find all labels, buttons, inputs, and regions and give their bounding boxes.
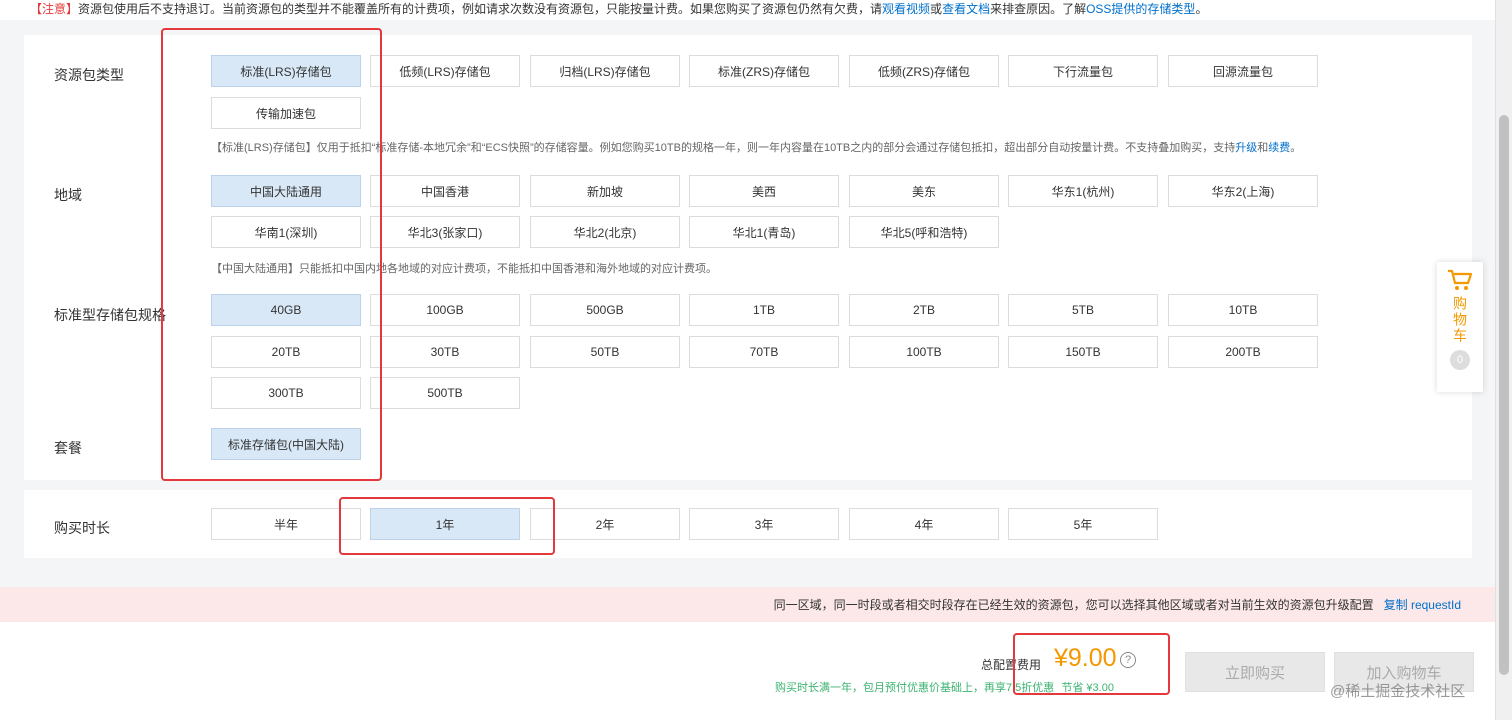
cart-count: 0 xyxy=(1450,350,1470,370)
duration-option[interactable]: 5年 xyxy=(1008,508,1158,540)
region-option[interactable]: 华南1(深圳) xyxy=(211,216,361,248)
package-option[interactable]: 标准(ZRS)存储包 xyxy=(689,55,839,87)
warning-text: 同一区域，同一时段或者相交时段存在已经生效的资源包，您可以选择其他区域或者对当前… xyxy=(773,598,1374,612)
region-option[interactable]: 美东 xyxy=(849,175,999,207)
plan-option[interactable]: 标准存储包(中国大陆) xyxy=(211,428,361,460)
spec-option[interactable]: 100GB xyxy=(370,294,520,326)
promo-line: 购买时长满一年，包月预付优惠价基础上，再享7.5折优惠 节省 ¥3.00 xyxy=(775,679,1114,695)
duration-option[interactable]: 4年 xyxy=(849,508,999,540)
region-option[interactable]: 美西 xyxy=(689,175,839,207)
spec-option[interactable]: 500TB xyxy=(370,377,520,409)
package-option[interactable]: 归档(LRS)存储包 xyxy=(530,55,680,87)
spec-option[interactable]: 10TB xyxy=(1168,294,1318,326)
region-option[interactable]: 华北5(呼和浩特) xyxy=(849,216,999,248)
region-option[interactable]: 华东1(杭州) xyxy=(1008,175,1158,207)
view-doc-link[interactable]: 查看文档 xyxy=(942,2,990,16)
package-type-desc: 【标准(LRS)存储包】仅用于抵扣“标准存储-本地冗余”和“ECS快照”的存储容… xyxy=(211,139,1301,155)
package-type-label: 资源包类型 xyxy=(54,67,124,83)
duration-panel: 购买时长 半年 1年 2年 3年 4年 5年 xyxy=(24,490,1472,558)
spec-option[interactable]: 200TB xyxy=(1168,336,1318,368)
spec-option[interactable]: 100TB xyxy=(849,336,999,368)
watermark: @稀土掘金技术社区 xyxy=(1330,683,1466,700)
duration-label: 购买时长 xyxy=(54,520,110,536)
conflict-warning-bar: 同一区域，同一时段或者相交时段存在已经生效的资源包，您可以选择其他区域或者对当前… xyxy=(0,587,1495,622)
order-footer: 总配置费用 ¥9.00 ? 购买时长满一年，包月预付优惠价基础上，再享7.5折优… xyxy=(0,622,1495,720)
desc-end: 。 xyxy=(1290,142,1302,154)
duration-option[interactable]: 半年 xyxy=(211,508,361,540)
notice-tag: 【注意】 xyxy=(30,2,79,16)
region-option[interactable]: 华北1(青岛) xyxy=(689,216,839,248)
notice-text: 资源包使用后不支持退订。当前资源包的类型并不能覆盖所有的计费项，例如请求次数没有… xyxy=(78,2,883,16)
config-panel: 资源包类型 标准(LRS)存储包 低频(LRS)存储包 归档(LRS)存储包 标… xyxy=(24,35,1472,480)
spec-option[interactable]: 30TB xyxy=(370,336,520,368)
notice-end: 。 xyxy=(1195,2,1208,16)
spec-option[interactable]: 500GB xyxy=(530,294,680,326)
spec-option[interactable]: 1TB xyxy=(689,294,839,326)
notice-text-2: 来排查原因。了解 xyxy=(990,2,1087,16)
spec-option[interactable]: 40GB xyxy=(211,294,361,326)
package-option[interactable]: 低频(LRS)存储包 xyxy=(370,55,520,87)
region-label: 地域 xyxy=(54,187,82,203)
duration-option[interactable]: 1年 xyxy=(370,508,520,540)
spec-option[interactable]: 300TB xyxy=(211,377,361,409)
duration-option[interactable]: 3年 xyxy=(689,508,839,540)
buy-now-button[interactable]: 立即购买 xyxy=(1185,652,1325,692)
package-option[interactable]: 标准(LRS)存储包 xyxy=(211,55,361,87)
spec-label: 标准型存储包规格 xyxy=(54,307,166,323)
scrollbar-thumb[interactable] xyxy=(1499,115,1509,675)
promo-text: 购买时长满一年，包月预付优惠价基础上，再享7.5折优惠 xyxy=(775,682,1055,694)
package-desc-text: 【标准(LRS)存储包】仅用于抵扣“标准存储-本地冗余”和“ECS快照”的存储容… xyxy=(211,142,1236,154)
cart-label: 购物车 xyxy=(1452,296,1468,344)
region-option[interactable]: 中国大陆通用 xyxy=(211,175,361,207)
spec-option[interactable]: 2TB xyxy=(849,294,999,326)
package-option[interactable]: 低频(ZRS)存储包 xyxy=(849,55,999,87)
desc-and: 和 xyxy=(1257,142,1269,154)
floating-cart[interactable]: 购物车 0 xyxy=(1437,262,1483,392)
spec-option[interactable]: 50TB xyxy=(530,336,680,368)
total-price: ¥9.00 xyxy=(1054,644,1117,672)
package-option[interactable]: 传输加速包 xyxy=(211,97,361,129)
save-label: 节省 xyxy=(1061,682,1084,694)
duration-option[interactable]: 2年 xyxy=(530,508,680,540)
storage-types-link[interactable]: OSS提供的存储类型 xyxy=(1086,2,1195,16)
total-label: 总配置费用 xyxy=(981,658,1042,672)
page-scrollbar[interactable] xyxy=(1495,0,1512,720)
package-option[interactable]: 下行流量包 xyxy=(1008,55,1158,87)
spec-option[interactable]: 5TB xyxy=(1008,294,1158,326)
package-option[interactable]: 回源流量包 xyxy=(1168,55,1318,87)
help-icon[interactable]: ? xyxy=(1120,652,1136,668)
cart-icon xyxy=(1448,269,1473,290)
notice-or: 或 xyxy=(930,2,943,16)
region-option[interactable]: 华北2(北京) xyxy=(530,216,680,248)
copy-request-id-link[interactable]: 复制 requestId xyxy=(1384,596,1461,613)
region-desc: 【中国大陆通用】只能抵扣中国内地各地域的对应计费项，不能抵扣中国香港和海外地域的… xyxy=(211,263,717,275)
renew-link[interactable]: 续费 xyxy=(1268,142,1290,154)
spec-option[interactable]: 20TB xyxy=(211,336,361,368)
region-option[interactable]: 新加坡 xyxy=(530,175,680,207)
region-option[interactable]: 华东2(上海) xyxy=(1168,175,1318,207)
spec-option[interactable]: 150TB xyxy=(1008,336,1158,368)
save-value: ¥3.00 xyxy=(1086,682,1114,694)
region-option[interactable]: 华北3(张家口) xyxy=(370,216,520,248)
notice-bar: 【注意】资源包使用后不支持退订。当前资源包的类型并不能覆盖所有的计费项，例如请求… xyxy=(0,0,1495,20)
upgrade-link[interactable]: 升级 xyxy=(1235,142,1257,154)
plan-label: 套餐 xyxy=(54,440,82,456)
region-option[interactable]: 中国香港 xyxy=(370,175,520,207)
watch-video-link[interactable]: 观看视频 xyxy=(882,2,930,16)
spec-option[interactable]: 70TB xyxy=(689,336,839,368)
